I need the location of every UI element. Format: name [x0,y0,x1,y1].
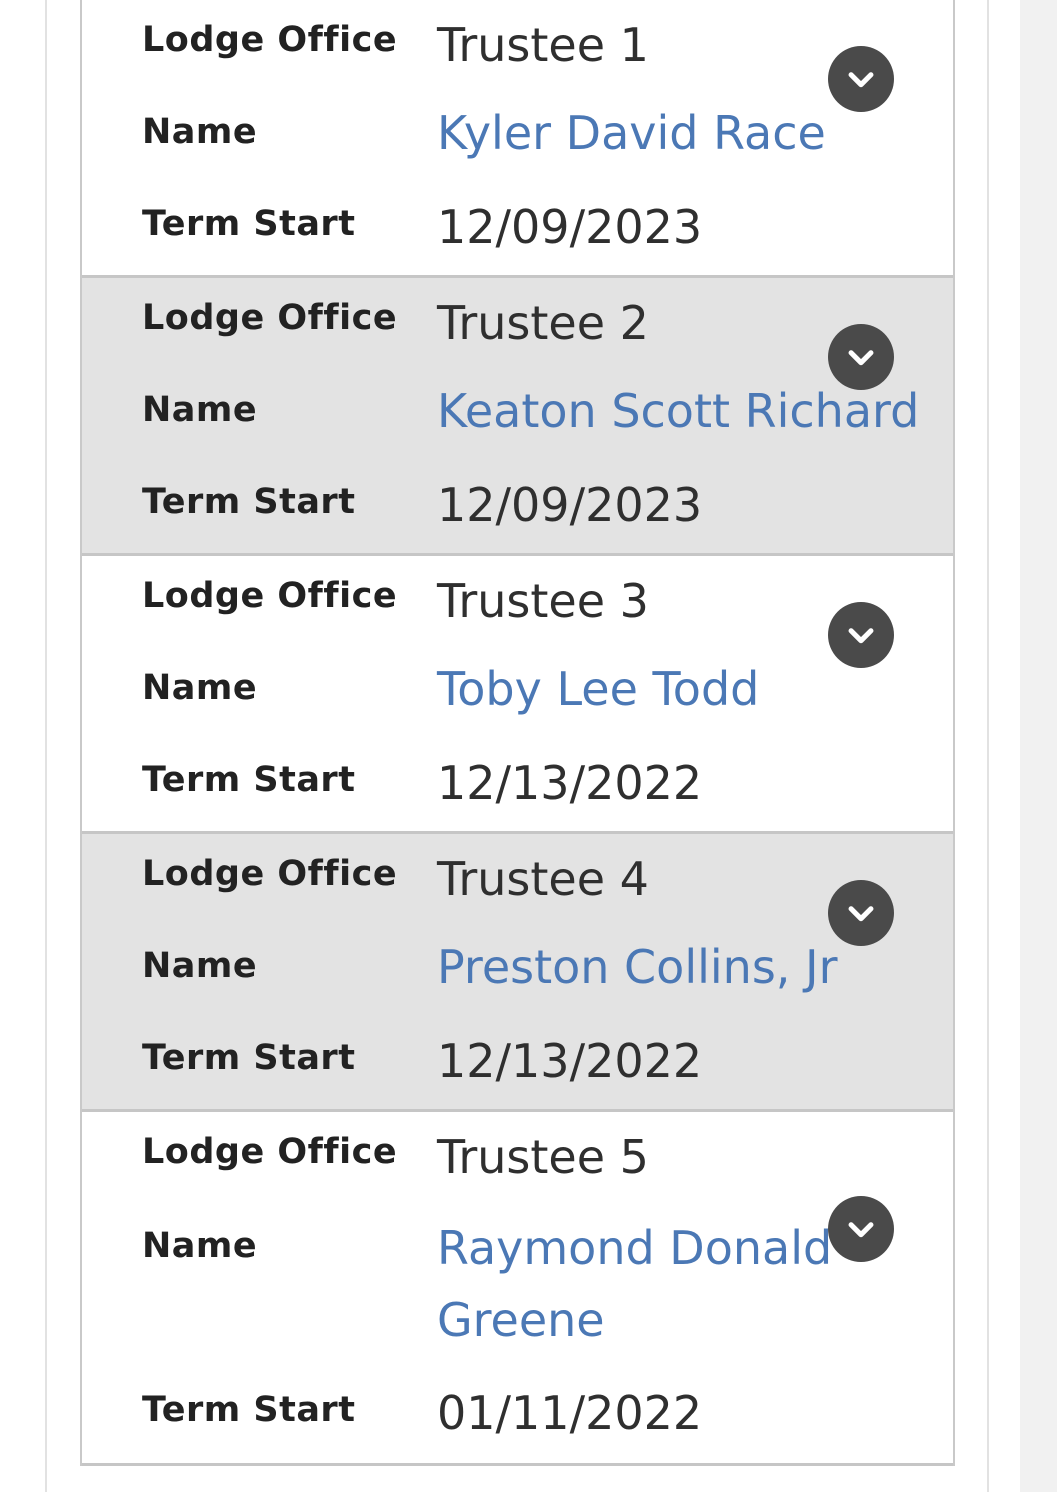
lodge-office-label: Lodge Office [142,854,398,894]
expand-button[interactable] [828,324,894,390]
expand-button[interactable] [828,602,894,668]
term-start-label: Term Start [142,482,356,522]
chevron-down-icon [848,1222,874,1238]
lodge-office-value: Trustee 2 [437,296,649,350]
officer-card: Lodge Office Trustee 5 Name Raymond Dona… [82,1112,953,1466]
officer-card: Lodge Office Trustee 4 Name Preston Coll… [82,834,953,1112]
officer-card: Lodge Office Trustee 3 Name Toby Lee Tod… [82,556,953,834]
container-border-right [987,0,989,1492]
name-label: Name [142,1226,258,1266]
officer-name-link[interactable]: Toby Lee Todd [437,662,759,716]
name-label: Name [142,946,258,986]
term-start-label: Term Start [142,1038,356,1078]
chevron-down-icon [848,906,874,922]
term-start-value: 12/09/2023 [437,478,703,532]
officer-name-link[interactable]: Kyler David Race [437,106,826,160]
lodge-office-label: Lodge Office [142,20,398,60]
term-start-value: 01/11/2022 [437,1386,703,1440]
officer-card: Lodge Office Trustee 2 Name Keaton Scott… [82,278,953,556]
lodge-office-label: Lodge Office [142,298,398,338]
name-label: Name [142,112,258,152]
chevron-down-icon [848,350,874,366]
scrollbar-track[interactable] [1020,0,1057,1492]
name-label: Name [142,668,258,708]
lodge-office-value: Trustee 5 [437,1130,649,1184]
term-start-label: Term Start [142,204,356,244]
page-background: Lodge Office Trustee 1 Name Kyler David … [0,0,1057,1492]
container-border-left [45,0,47,1492]
term-start-label: Term Start [142,1390,356,1430]
officer-name-link[interactable]: Preston Collins, Jr [437,940,838,994]
lodge-office-value: Trustee 3 [437,574,649,628]
officer-name-link[interactable]: Raymond Donald Greene [437,1212,857,1356]
term-start-value: 12/13/2022 [437,1034,703,1088]
lodge-office-label: Lodge Office [142,1132,398,1172]
expand-button[interactable] [828,46,894,112]
term-start-label: Term Start [142,760,356,800]
officer-name-link[interactable]: Keaton Scott Richard [437,384,919,438]
lodge-office-value: Trustee 1 [437,18,649,72]
term-start-value: 12/13/2022 [437,756,703,810]
lodge-office-label: Lodge Office [142,576,398,616]
expand-button[interactable] [828,880,894,946]
chevron-down-icon [848,628,874,644]
expand-button[interactable] [828,1196,894,1262]
lodge-office-value: Trustee 4 [437,852,649,906]
chevron-down-icon [848,72,874,88]
officer-card: Lodge Office Trustee 1 Name Kyler David … [82,0,953,278]
term-start-value: 12/09/2023 [437,200,703,254]
officer-list: Lodge Office Trustee 1 Name Kyler David … [80,0,955,1466]
name-label: Name [142,390,258,430]
